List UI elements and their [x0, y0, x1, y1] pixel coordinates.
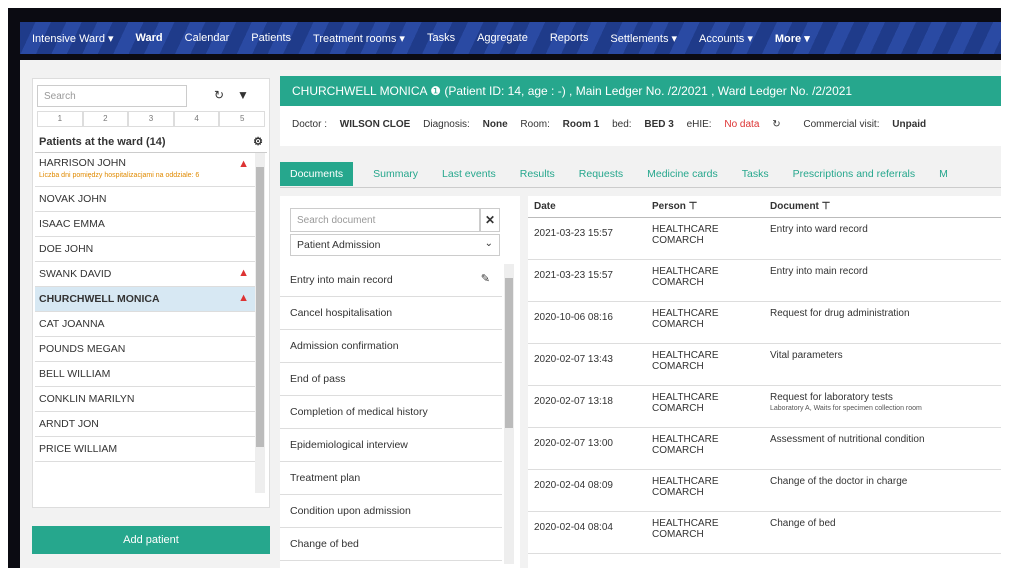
list-item[interactable]: Admission confirmation — [280, 330, 502, 363]
document-search-input[interactable]: Search document — [290, 208, 480, 232]
tab-more[interactable]: M — [939, 168, 948, 180]
pin-icon[interactable]: ✎ — [481, 272, 490, 285]
table-row[interactable]: 2020-02-07 13:18 HEALTHCARE COMARCH Reques… — [528, 386, 1001, 428]
document-type-list: Entry into main record ✎ Cancel hospitali… — [280, 264, 502, 564]
list-item[interactable]: Epidemiological interview — [280, 429, 502, 462]
list-item[interactable]: SWANK DAVID ▲ — [35, 262, 257, 287]
patient-sidebar: Search ↻ ▼ 1 2 3 4 5 Patients at the war… — [32, 78, 270, 508]
ward-title: Patients at the ward (14) — [39, 136, 166, 148]
nav-aggregate[interactable]: Aggregate — [477, 32, 528, 44]
table-row[interactable]: 2020-02-04 08:09 HEALTHCARE COMARCH Change… — [528, 470, 1001, 512]
warning-icon: ▲ — [238, 158, 249, 170]
list-item[interactable]: Condition upon admission — [280, 495, 502, 528]
tab-requests[interactable]: Requests — [579, 168, 623, 180]
ward-patients-header: Patients at the ward (14) ⚙ — [35, 131, 267, 153]
doctor-value: WILSON CLOE — [339, 119, 411, 130]
table-row[interactable]: 2021-03-23 15:57 HEALTHCARE COMARCH Entry … — [528, 218, 1001, 260]
warning-icon: ▲ — [238, 267, 249, 279]
nav-ward[interactable]: Ward — [136, 32, 163, 44]
list-item[interactable]: DOE JOHN — [35, 237, 257, 262]
list-item[interactable]: CONKLIN MARILYN — [35, 387, 257, 412]
clear-icon[interactable]: ✕ — [480, 208, 500, 232]
nav-patients[interactable]: Patients — [251, 32, 291, 44]
list-item[interactable]: POUNDS MEGAN — [35, 337, 257, 362]
nav-calendar[interactable]: Calendar — [185, 32, 230, 44]
nav-reports[interactable]: Reports — [550, 32, 589, 44]
list-item[interactable]: PRICE WILLIAM — [35, 437, 257, 462]
list-item[interactable]: Treatment plan — [280, 462, 502, 495]
documents-table: Date Person ⊤ Document ⊤ 2021-03-23 15:5… — [528, 196, 1001, 568]
patient-banner: CHURCHWELL MONICA ❶ (Patient ID: 14, age… — [280, 76, 1001, 106]
nav-accounts[interactable]: Accounts ▾ — [699, 32, 753, 45]
date-header[interactable]: Date — [528, 196, 646, 217]
page-1[interactable]: 1 — [37, 111, 83, 127]
table-row[interactable]: 2020-02-07 13:43 HEALTHCARE COMARCH Vital … — [528, 344, 1001, 386]
page-5[interactable]: 5 — [219, 111, 265, 127]
visit-value: Unpaid — [892, 119, 927, 130]
tab-last-events[interactable]: Last events — [442, 168, 496, 180]
table-row[interactable]: 2020-10-06 08:16 HEALTHCARE COMARCH Reques… — [528, 302, 1001, 344]
room-value: Room 1 — [562, 119, 600, 130]
document-list-scrollbar[interactable] — [504, 264, 514, 564]
diagnosis-value: None — [482, 119, 508, 130]
document-header[interactable]: Document ⊤ — [764, 196, 1001, 217]
table-row[interactable]: 2020-02-07 13:00 HEALTHCARE COMARCH Assess… — [528, 428, 1001, 470]
gear-icon[interactable]: ⚙ — [253, 135, 263, 148]
patient-list-scrollbar[interactable] — [255, 153, 265, 493]
list-item[interactable]: End of pass — [280, 363, 502, 396]
patient-tabs: Documents Summary Last events Results Re… — [280, 160, 1001, 188]
document-category-select[interactable]: Patient Admission ⌄ — [290, 234, 500, 256]
page-2[interactable]: 2 — [82, 111, 129, 127]
ehie-value: No data — [724, 119, 760, 130]
tab-summary[interactable]: Summary — [373, 168, 418, 180]
table-header: Date Person ⊤ Document ⊤ — [528, 196, 1001, 218]
nav-tasks[interactable]: Tasks — [427, 32, 455, 44]
list-item[interactable]: Entry into main record ✎ — [280, 264, 502, 297]
list-item[interactable]: NOVAK JOHN — [35, 187, 257, 212]
list-item[interactable]: ARNDT JON — [35, 412, 257, 437]
nav-intensive-ward[interactable]: Intensive Ward ▾ — [32, 32, 114, 45]
page-3[interactable]: 3 — [128, 111, 174, 127]
top-navigation: Intensive Ward ▾ Ward Calendar Patients … — [20, 22, 1001, 54]
list-item[interactable]: Change of bed — [280, 528, 502, 561]
table-row[interactable]: 2020-02-04 08:04 HEALTHCARE COMARCH Change… — [528, 512, 1001, 554]
refresh-icon[interactable]: ↻ — [772, 119, 780, 130]
person-header[interactable]: Person ⊤ — [646, 196, 764, 217]
list-item-selected[interactable]: CHURCHWELL MONICA ▲ — [35, 287, 257, 312]
tab-tasks[interactable]: Tasks — [742, 168, 769, 180]
list-item[interactable]: HARRISON JOHN Liczba dni pomiędzy hospita… — [35, 153, 257, 187]
nav-more[interactable]: More ▾ — [775, 32, 810, 45]
list-item[interactable]: CAT JOANNA — [35, 312, 257, 337]
content-area: Search ↻ ▼ 1 2 3 4 5 Patients at the war… — [20, 60, 1001, 568]
warning-icon: ▲ — [238, 292, 249, 304]
pager: 1 2 3 4 5 — [37, 111, 265, 127]
list-item[interactable]: Cancel hospitalisation — [280, 297, 502, 330]
nav-treatment-rooms[interactable]: Treatment rooms ▾ — [313, 32, 405, 45]
bed-value: BED 3 — [644, 119, 674, 130]
page-4[interactable]: 4 — [173, 111, 220, 127]
patient-list: HARRISON JOHN Liczba dni pomiędzy hospita… — [35, 153, 257, 493]
list-item[interactable]: ISAAC EMMA — [35, 212, 257, 237]
nav-settlements[interactable]: Settlements ▾ — [610, 32, 677, 45]
patient-search-input[interactable]: Search — [37, 85, 187, 107]
list-item[interactable]: Completion of medical history — [280, 396, 502, 429]
document-panel: Search document ✕ Patient Admission ⌄ Ent… — [280, 196, 520, 568]
tab-prescriptions[interactable]: Prescriptions and referrals — [793, 168, 916, 180]
add-patient-button[interactable]: Add patient — [32, 526, 270, 554]
tab-results[interactable]: Results — [520, 168, 555, 180]
table-row[interactable]: 2021-03-23 15:57 HEALTHCARE COMARCH Entry … — [528, 260, 1001, 302]
refresh-icon[interactable]: ↻ — [209, 85, 229, 105]
filter-icon[interactable]: ▼ — [233, 85, 253, 105]
patient-info-bar: Doctor : WILSON CLOE Diagnosis: None Roo… — [280, 106, 1001, 146]
list-item[interactable]: BELL WILLIAM — [35, 362, 257, 387]
chevron-down-icon: ⌄ — [484, 238, 493, 249]
tab-medicine-cards[interactable]: Medicine cards — [647, 168, 718, 180]
tab-documents[interactable]: Documents — [280, 161, 354, 186]
